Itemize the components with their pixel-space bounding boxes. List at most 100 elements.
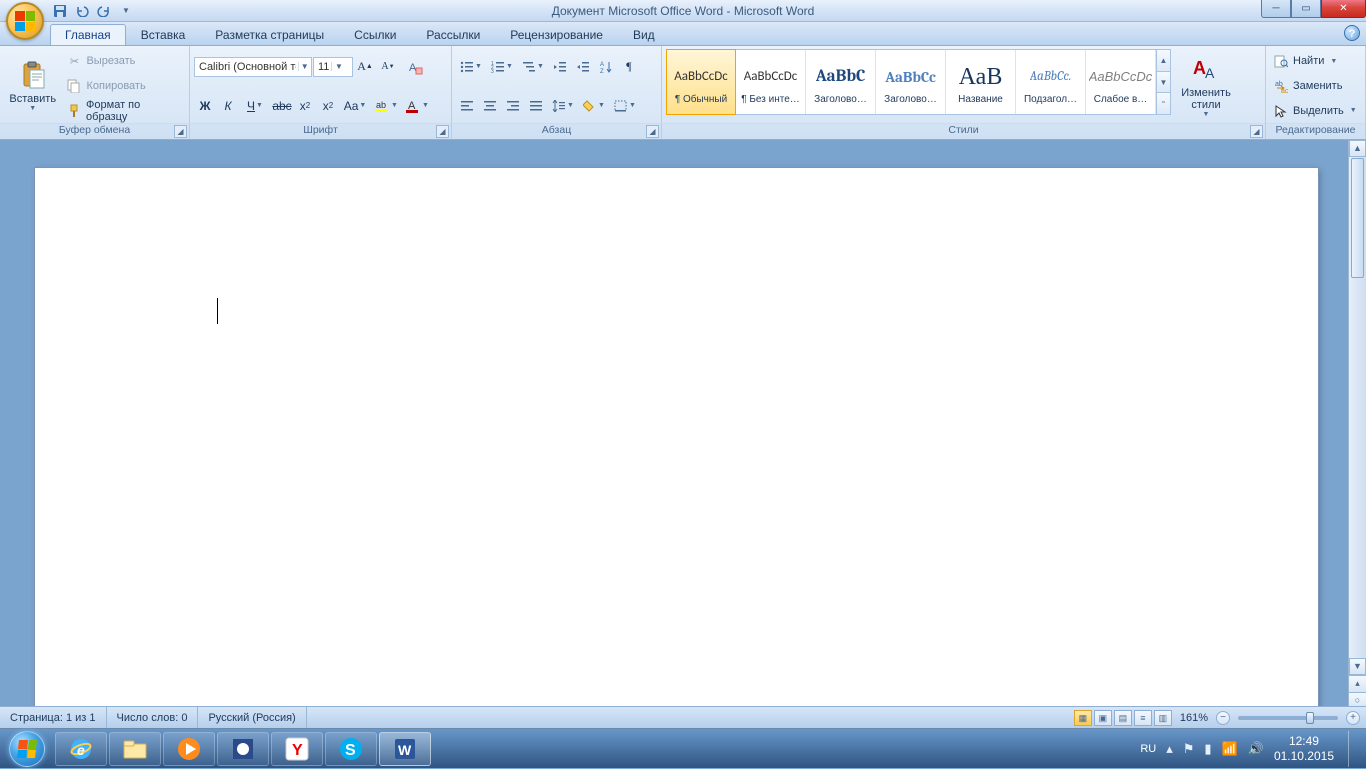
taskbar-wmp-button[interactable] <box>163 732 215 766</box>
style-item-5[interactable]: AaBbCc.Подзагол… <box>1016 50 1086 114</box>
office-button[interactable] <box>6 2 44 40</box>
numbering-button[interactable]: 123▼ <box>487 56 517 78</box>
view-web-layout-button[interactable]: ▤ <box>1114 710 1132 726</box>
change-styles-button[interactable]: AA Изменить стили ▼ <box>1175 49 1237 123</box>
tab-view[interactable]: Вид <box>618 24 670 45</box>
view-draft-button[interactable]: ▥ <box>1154 710 1172 726</box>
style-item-4[interactable]: АаВНазвание <box>946 50 1016 114</box>
taskbar-app1-button[interactable] <box>217 732 269 766</box>
vertical-scrollbar[interactable]: ▲ ▼ ▴ ○ ▾ <box>1348 140 1366 726</box>
tab-page-layout[interactable]: Разметка страницы <box>200 24 339 45</box>
font-name-combo[interactable]: Calibri (Основной те▼ <box>194 57 312 77</box>
strikethrough-button[interactable]: abc <box>271 95 293 117</box>
bold-button[interactable]: Ж <box>194 95 216 117</box>
zoom-in-button[interactable]: + <box>1346 711 1360 725</box>
underline-button[interactable]: Ч▼ <box>240 95 270 117</box>
subscript-button[interactable]: x2 <box>294 95 316 117</box>
italic-button[interactable]: К <box>217 95 239 117</box>
highlight-button[interactable]: ab▼ <box>371 95 401 117</box>
styles-dialog-launcher[interactable]: ◢ <box>1250 125 1263 138</box>
increase-indent-button[interactable] <box>572 56 594 78</box>
font-dialog-launcher[interactable]: ◢ <box>436 125 449 138</box>
style-item-3[interactable]: AaBbCcЗаголово… <box>876 50 946 114</box>
tray-clock[interactable]: 12:49 01.10.2015 <box>1274 734 1334 763</box>
status-words[interactable]: Число слов: 0 <box>107 707 199 728</box>
view-full-screen-button[interactable]: ▣ <box>1094 710 1112 726</box>
view-outline-button[interactable]: ≡ <box>1134 710 1152 726</box>
borders-button[interactable]: ▼ <box>610 95 640 117</box>
font-size-combo[interactable]: 11▼ <box>313 57 353 77</box>
minimize-button[interactable]: ─ <box>1261 0 1291 18</box>
scroll-down-button[interactable]: ▼ <box>1349 658 1366 675</box>
prev-page-button[interactable]: ▴ <box>1349 675 1366 692</box>
zoom-out-button[interactable]: − <box>1216 711 1230 725</box>
gallery-up-button[interactable]: ▲ <box>1157 50 1170 72</box>
align-left-button[interactable] <box>456 95 478 117</box>
tray-flag-icon[interactable]: ⚑ <box>1183 741 1195 757</box>
gallery-down-button[interactable]: ▼ <box>1157 72 1170 94</box>
clear-formatting-button[interactable]: A <box>400 56 430 78</box>
maximize-button[interactable]: ▭ <box>1291 0 1321 18</box>
sort-button[interactable]: AZ <box>595 56 617 78</box>
zoom-thumb[interactable] <box>1306 712 1314 724</box>
bullets-button[interactable]: ▼ <box>456 56 486 78</box>
multilevel-list-button[interactable]: ▼ <box>518 56 548 78</box>
tab-insert[interactable]: Вставка <box>126 24 201 45</box>
taskbar-explorer-button[interactable] <box>109 732 161 766</box>
paste-button[interactable]: Вставить ▼ <box>4 49 61 123</box>
align-right-button[interactable] <box>502 95 524 117</box>
style-item-1[interactable]: AaBbCcDc¶ Без инте… <box>736 50 806 114</box>
line-spacing-button[interactable]: ▼ <box>548 95 578 117</box>
copy-button[interactable]: Копировать <box>63 75 185 97</box>
change-case-button[interactable]: Aa▼ <box>340 95 370 117</box>
decrease-indent-button[interactable] <box>549 56 571 78</box>
taskbar-skype-button[interactable]: S <box>325 732 377 766</box>
taskbar-ie-button[interactable]: e <box>55 732 107 766</box>
find-button[interactable]: Найти▼ <box>1270 50 1361 72</box>
status-language[interactable]: Русский (Россия) <box>198 707 306 728</box>
select-button[interactable]: Выделить▼ <box>1270 100 1361 122</box>
format-painter-button[interactable]: Формат по образцу <box>63 100 185 122</box>
scroll-thumb[interactable] <box>1351 158 1364 278</box>
shrink-font-button[interactable]: A▼ <box>377 56 399 78</box>
tray-battery-icon[interactable]: ▮ <box>1204 741 1211 757</box>
superscript-button[interactable]: x2 <box>317 95 339 117</box>
font-color-button[interactable]: A▼ <box>402 95 432 117</box>
cut-button[interactable]: ✂Вырезать <box>63 50 185 72</box>
tray-volume-icon[interactable]: 🔊 <box>1248 741 1264 757</box>
tab-home[interactable]: Главная <box>50 24 126 45</box>
tab-references[interactable]: Ссылки <box>339 24 411 45</box>
style-item-0[interactable]: AaBbCcDc¶ Обычный <box>666 49 736 115</box>
show-desktop-button[interactable] <box>1348 731 1358 767</box>
gallery-more-button[interactable]: ⁼ <box>1157 93 1170 114</box>
tray-show-hidden-icon[interactable]: ▴ <box>1166 741 1173 757</box>
qat-customize-dropdown[interactable]: ▼ <box>116 2 136 20</box>
align-center-button[interactable] <box>479 95 501 117</box>
clipboard-dialog-launcher[interactable]: ◢ <box>174 125 187 138</box>
show-marks-button[interactable]: ¶ <box>618 56 640 78</box>
qat-undo-button[interactable] <box>72 2 92 20</box>
tab-review[interactable]: Рецензирование <box>495 24 618 45</box>
grow-font-button[interactable]: A▲ <box>354 56 376 78</box>
zoom-slider[interactable] <box>1238 716 1338 720</box>
taskbar-word-button[interactable]: W <box>379 732 431 766</box>
scroll-up-button[interactable]: ▲ <box>1349 140 1366 157</box>
replace-button[interactable]: abacЗаменить <box>1270 75 1361 97</box>
qat-save-button[interactable] <box>50 2 70 20</box>
document-page[interactable] <box>35 168 1318 726</box>
tab-mailings[interactable]: Рассылки <box>411 24 495 45</box>
status-page[interactable]: Страница: 1 из 1 <box>0 707 107 728</box>
tray-network-icon[interactable]: 📶 <box>1222 741 1238 757</box>
help-button[interactable]: ? <box>1344 25 1360 41</box>
tray-language[interactable]: RU <box>1140 743 1156 755</box>
style-item-2[interactable]: AaBbCЗаголово… <box>806 50 876 114</box>
zoom-label[interactable]: 161% <box>1180 712 1208 724</box>
qat-redo-button[interactable] <box>94 2 114 20</box>
taskbar-yandex-button[interactable]: Y <box>271 732 323 766</box>
justify-button[interactable] <box>525 95 547 117</box>
paragraph-dialog-launcher[interactable]: ◢ <box>646 125 659 138</box>
close-button[interactable]: ✕ <box>1321 0 1366 18</box>
view-print-layout-button[interactable]: ▦ <box>1074 710 1092 726</box>
style-item-6[interactable]: AaBbCcDcСлабое в… <box>1086 50 1156 114</box>
shading-button[interactable]: ▼ <box>579 95 609 117</box>
